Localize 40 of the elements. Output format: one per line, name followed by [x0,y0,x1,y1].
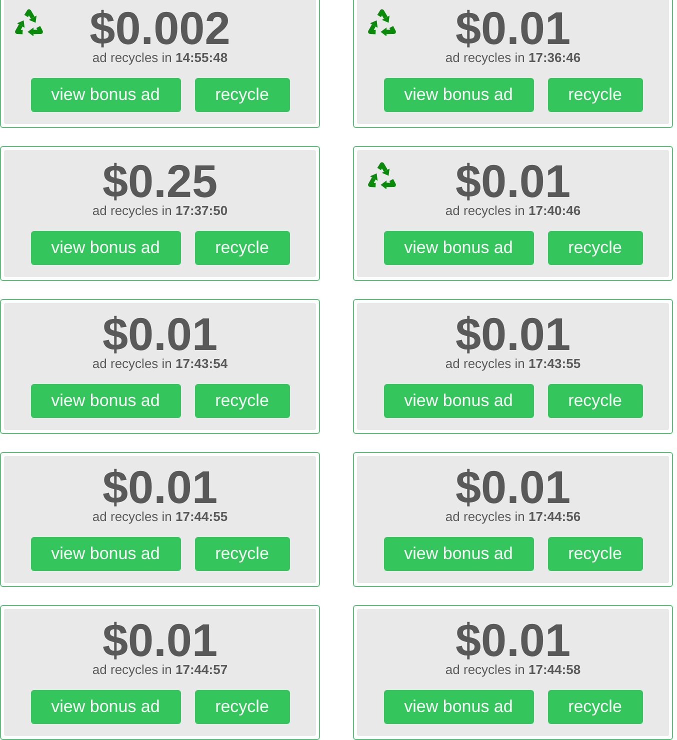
recycle-button[interactable]: recycle [548,78,642,112]
recycle-button[interactable]: recycle [194,78,290,112]
view-bonus-ad-button[interactable]: view bonus ad [384,231,534,265]
reward-amount: $0.01 [102,465,218,509]
reward-amount: $0.01 [455,312,571,356]
reward-amount: $0.01 [455,465,571,509]
recycle-button[interactable]: recycle [548,384,642,418]
recycle-button[interactable]: recycle [194,537,290,571]
recycle-countdown: ad recycles in 17:44:57 [92,662,228,678]
recycle-countdown: ad recycles in 17:43:55 [445,356,581,372]
view-bonus-ad-button[interactable]: view bonus ad [30,231,180,265]
recycle-button[interactable]: recycle [194,384,290,418]
reward-amount: $0.01 [455,6,571,50]
recycle-countdown: ad recycles in 17:44:58 [445,662,581,678]
view-bonus-ad-button[interactable]: view bonus ad [30,78,180,112]
view-bonus-ad-button[interactable]: view bonus ad [30,384,180,418]
view-bonus-ad-button[interactable]: view bonus ad [30,690,180,724]
recycle-countdown: ad recycles in 14:55:48 [92,50,228,66]
recycle-countdown: ad recycles in 17:37:50 [92,203,228,219]
recycle-button[interactable]: recycle [194,231,290,265]
recycle-countdown: ad recycles in 17:44:56 [445,509,581,525]
recycle-countdown: ad recycles in 17:40:46 [445,203,581,219]
reward-amount: $0.25 [102,159,218,203]
reward-amount: $0.01 [102,618,218,662]
view-bonus-ad-button[interactable]: view bonus ad [384,690,534,724]
reward-amount: $0.01 [455,159,571,203]
recycle-countdown: ad recycles in 17:44:55 [92,509,228,525]
view-bonus-ad-button[interactable]: view bonus ad [384,78,534,112]
reward-amount: $0.002 [90,6,230,50]
view-bonus-ad-button[interactable]: view bonus ad [384,384,534,418]
recycle-button[interactable]: recycle [548,690,642,724]
recycle-button[interactable]: recycle [548,231,642,265]
reward-amount: $0.01 [102,312,218,356]
view-bonus-ad-button[interactable]: view bonus ad [384,537,534,571]
recycle-button[interactable]: recycle [194,690,290,724]
recycle-countdown: ad recycles in 17:43:54 [92,356,228,372]
recycle-button[interactable]: recycle [548,537,642,571]
reward-amount: $0.01 [455,618,571,662]
recycle-countdown: ad recycles in 17:36:46 [445,50,581,66]
view-bonus-ad-button[interactable]: view bonus ad [30,537,180,571]
